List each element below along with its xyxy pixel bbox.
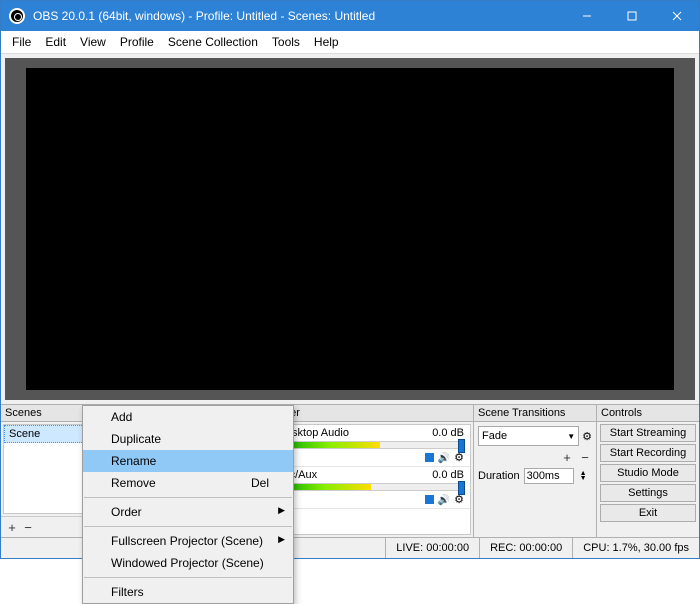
transitions-panel: Scene Transitions Fade ▼ + − Duration ▲▼ xyxy=(474,405,597,537)
context-menu-item-windowed-projector-scene-[interactable]: Windowed Projector (Scene) xyxy=(83,552,293,574)
context-menu-separator xyxy=(84,526,292,527)
transitions-header: Scene Transitions xyxy=(474,405,596,422)
transition-duration-label: Duration xyxy=(478,470,520,482)
context-menu-item-filters[interactable]: Filters xyxy=(83,581,293,603)
context-menu-shortcut: Del xyxy=(251,476,269,490)
submenu-arrow-icon: ▶ xyxy=(278,505,285,516)
spinner-buttons[interactable]: ▲▼ xyxy=(580,471,587,481)
menu-help[interactable]: Help xyxy=(307,33,346,51)
menu-profile[interactable]: Profile xyxy=(113,33,161,51)
studio-mode-button[interactable]: Studio Mode xyxy=(600,464,696,482)
settings-button[interactable]: Settings xyxy=(600,484,696,502)
close-button[interactable] xyxy=(654,1,699,31)
transition-selected-label: Fade xyxy=(482,430,507,442)
menu-view[interactable]: View xyxy=(73,33,113,51)
chevron-down-icon: ▼ xyxy=(567,432,575,441)
mixer-panel: Mixer Desktop Audio 0.0 dB xyxy=(269,405,474,537)
scene-add-button[interactable]: + xyxy=(5,520,19,534)
obs-logo-icon xyxy=(9,8,25,24)
speaker-icon[interactable] xyxy=(438,494,450,506)
controls-body: Start Streaming Start Recording Studio M… xyxy=(597,422,699,523)
start-recording-button[interactable]: Start Recording xyxy=(600,444,696,462)
mixer-channel-level: 0.0 dB xyxy=(432,427,464,439)
menu-scene-collection[interactable]: Scene Collection xyxy=(161,33,265,51)
transition-add-button[interactable]: + xyxy=(560,450,574,464)
preview-canvas[interactable] xyxy=(26,68,675,389)
mixer-mute-icon[interactable] xyxy=(425,495,434,504)
minimize-icon xyxy=(582,11,592,21)
menubar: File Edit View Profile Scene Collection … xyxy=(1,31,699,54)
controls-panel: Controls Start Streaming Start Recording… xyxy=(597,405,699,537)
status-cpu: CPU: 1.7%, 30.00 fps xyxy=(572,538,699,558)
context-menu-item-fullscreen-projector-scene-[interactable]: Fullscreen Projector (Scene)▶ xyxy=(83,530,293,552)
mixer-volume-slider[interactable] xyxy=(278,483,464,491)
window-buttons xyxy=(564,1,699,31)
context-menu-separator xyxy=(84,497,292,498)
controls-header: Controls xyxy=(597,405,699,422)
exit-button[interactable]: Exit xyxy=(600,504,696,522)
context-menu-item-duplicate[interactable]: Duplicate xyxy=(83,428,293,450)
mixer-channel-desktop-audio: Desktop Audio 0.0 dB xyxy=(272,425,470,467)
menu-tools[interactable]: Tools xyxy=(265,33,307,51)
titlebar[interactable]: OBS 20.0.1 (64bit, windows) - Profile: U… xyxy=(1,1,699,31)
transition-remove-button[interactable]: − xyxy=(578,450,592,464)
mixer-header: Mixer xyxy=(269,405,473,422)
maximize-icon xyxy=(627,11,637,21)
maximize-button[interactable] xyxy=(609,1,654,31)
mixer-channel-level: 0.0 dB xyxy=(432,469,464,481)
context-menu-item-add[interactable]: Add xyxy=(83,406,293,428)
mixer-mute-icon[interactable] xyxy=(425,453,434,462)
submenu-arrow-icon: ▶ xyxy=(278,534,285,545)
menu-file[interactable]: File xyxy=(5,33,38,51)
transition-duration-input[interactable] xyxy=(524,468,574,484)
start-streaming-button[interactable]: Start Streaming xyxy=(600,424,696,442)
context-menu-item-remove[interactable]: RemoveDel xyxy=(83,472,293,494)
minimize-button[interactable] xyxy=(564,1,609,31)
close-icon xyxy=(672,11,682,21)
scene-context-menu: AddDuplicateRenameRemoveDel Order▶ Fullscr… xyxy=(82,405,294,604)
context-menu-item-rename[interactable]: Rename xyxy=(83,450,293,472)
mixer-volume-slider[interactable] xyxy=(278,441,464,449)
status-rec: REC: 00:00:00 xyxy=(479,538,572,558)
context-menu-item-order[interactable]: Order▶ xyxy=(83,501,293,523)
window-title: OBS 20.0.1 (64bit, windows) - Profile: U… xyxy=(33,9,564,23)
context-menu-separator xyxy=(84,577,292,578)
menu-edit[interactable]: Edit xyxy=(38,33,73,51)
speaker-icon[interactable] xyxy=(438,452,450,464)
scene-remove-button[interactable]: − xyxy=(21,520,35,534)
transition-select[interactable]: Fade ▼ xyxy=(478,426,579,446)
mixer-channel-mic-aux: Mic/Aux 0.0 dB xyxy=(272,467,470,509)
status-live: LIVE: 00:00:00 xyxy=(385,538,479,558)
preview-area xyxy=(5,58,695,400)
transitions-body: Fade ▼ + − Duration ▲▼ xyxy=(474,422,596,488)
mixer-body: Desktop Audio 0.0 dB Mic/Aux 0.0 dB xyxy=(271,424,471,535)
transition-settings-button[interactable] xyxy=(582,430,592,443)
